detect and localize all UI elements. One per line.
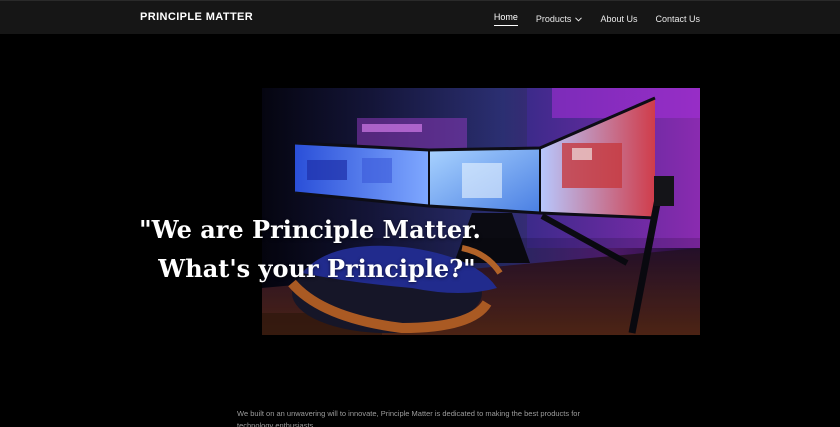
page: PRINCIPLE MATTER Home Products About Us … [0,0,840,427]
nav-about-us[interactable]: About Us [600,14,637,25]
top-navbar: PRINCIPLE MATTER Home Products About Us … [0,0,840,34]
main-nav: Home Products About Us Contact Us [493,12,700,26]
about-paragraph: We built on an unwavering will to innova… [237,409,580,427]
hero-quote-line1: "We are Principle Matter. [139,215,481,244]
nav-home[interactable]: Home [493,12,518,26]
hero-quote: "We are Principle Matter. What's your Pr… [0,210,620,288]
chevron-down-icon [575,16,583,22]
nav-products-label: Products [535,13,572,24]
brand-logo[interactable]: PRINCIPLE MATTER [140,11,253,24]
nav-products[interactable]: Products [536,14,583,25]
hero-quote-line2: What's your Principle?" [158,254,476,283]
nav-contact-us[interactable]: Contact Us [655,14,700,25]
